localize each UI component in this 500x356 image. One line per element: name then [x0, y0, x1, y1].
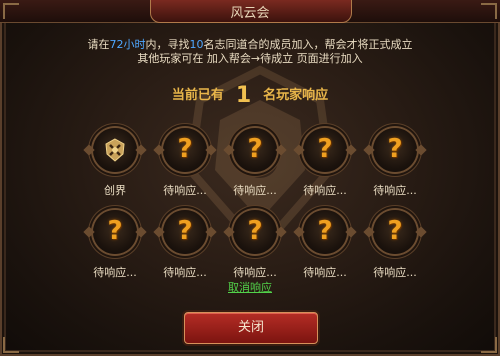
- close-button[interactable]: 关闭: [184, 312, 318, 344]
- slot-frame: ?: [303, 210, 347, 254]
- response-count-line: 当前已有 1 名玩家响应: [0, 83, 500, 108]
- cancel-area: 取消响应: [0, 276, 500, 295]
- guild-founding-dialog: 风云会 请在72小时内，寻找10名志同道合的成员加入，帮会才将正式成立 其他玩家…: [0, 0, 500, 356]
- slot-frame: ?: [373, 210, 417, 254]
- slot-frame: ?: [233, 210, 277, 254]
- slot-label: 创界: [104, 184, 126, 197]
- frame-corner: [481, 3, 497, 19]
- question-mark-icon: ?: [317, 134, 333, 164]
- slot-frame: ?: [233, 128, 277, 172]
- response-prefix: 当前已有: [171, 88, 224, 103]
- question-mark-icon: ?: [247, 134, 263, 164]
- response-count: 1: [235, 83, 252, 108]
- info-line-2: 其他玩家可在 加入帮会→待成立 页面进行加入: [137, 52, 363, 65]
- question-mark-icon: ?: [247, 216, 263, 246]
- slot-frame: ?: [163, 210, 207, 254]
- member-slot[interactable]: 创界: [84, 128, 146, 198]
- slot-label: 待响应...: [303, 184, 347, 197]
- member-slot[interactable]: ? 待响应...: [294, 128, 356, 198]
- slot-frame: [93, 128, 137, 172]
- slot-frame: ?: [93, 210, 137, 254]
- member-slot[interactable]: ? 待响应...: [294, 210, 356, 280]
- window-title: 风云会: [230, 6, 270, 21]
- cancel-response-link[interactable]: 取消响应: [228, 281, 272, 294]
- slot-label: 待响应...: [163, 184, 207, 197]
- member-slot[interactable]: ? 待响应...: [154, 128, 216, 198]
- response-suffix: 名玩家响应: [263, 88, 329, 103]
- member-slot[interactable]: ? 待响应...: [154, 210, 216, 280]
- guild-crest-icon: [105, 138, 125, 162]
- question-mark-icon: ?: [177, 134, 193, 164]
- frame-corner: [3, 3, 19, 19]
- frame-corner: [481, 337, 497, 353]
- member-slot[interactable]: ? 待响应...: [364, 128, 426, 198]
- question-mark-icon: ?: [177, 216, 193, 246]
- member-slot[interactable]: ? 待响应...: [224, 210, 286, 280]
- member-slot[interactable]: ? 待响应...: [364, 210, 426, 280]
- question-mark-icon: ?: [317, 216, 333, 246]
- question-mark-icon: ?: [387, 134, 403, 164]
- slot-label: 待响应...: [233, 184, 277, 197]
- member-slot[interactable]: ? 待响应...: [84, 210, 146, 280]
- slot-frame: ?: [373, 128, 417, 172]
- slot-frame: ?: [163, 128, 207, 172]
- member-slot[interactable]: ? 待响应...: [224, 128, 286, 198]
- question-mark-icon: ?: [107, 216, 123, 246]
- frame-corner: [3, 337, 19, 353]
- slot-frame: ?: [303, 128, 347, 172]
- question-mark-icon: ?: [387, 216, 403, 246]
- slot-label: 待响应...: [373, 184, 417, 197]
